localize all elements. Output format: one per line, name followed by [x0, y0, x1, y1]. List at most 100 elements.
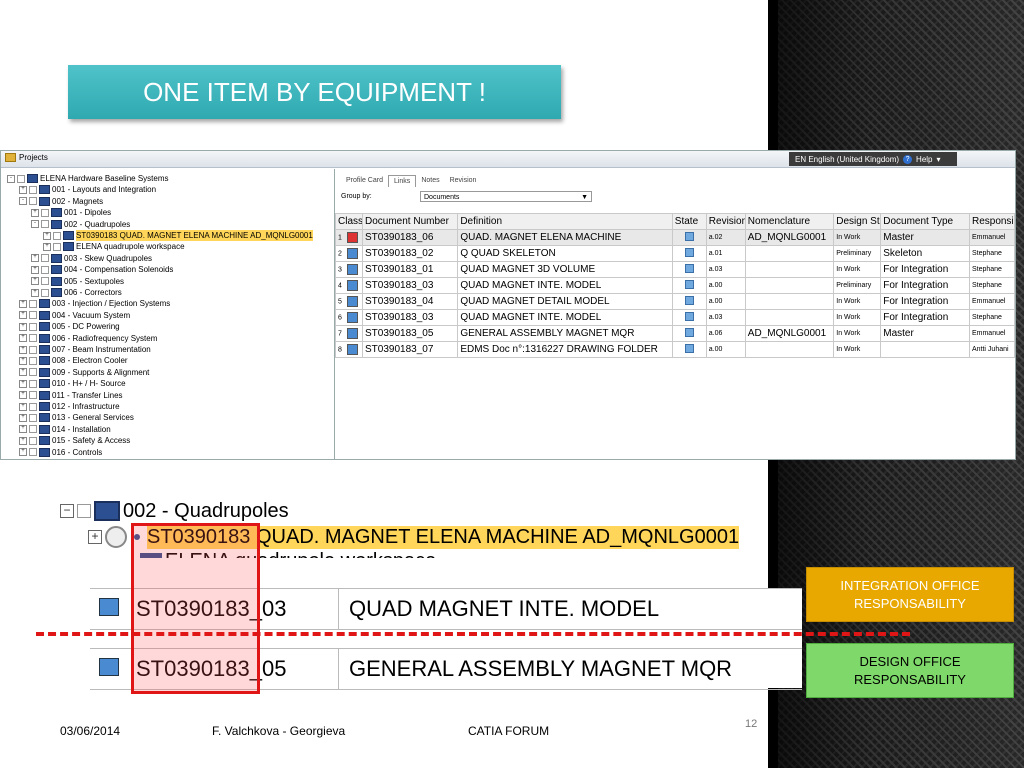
tree-item[interactable]: +006 - Correctors	[31, 287, 122, 298]
zoom-tree-parent[interactable]: − 002 - Quadrupoles	[60, 498, 289, 524]
column-header[interactable]: Revision	[705, 213, 746, 230]
tree-item[interactable]: +004 - Compensation Solenoids	[31, 264, 173, 275]
tab-notes[interactable]: Notes	[416, 175, 444, 187]
table-row[interactable]: 5 ST0390183_04 QUAD MAGNET DETAIL MODEL a.…	[335, 293, 1015, 310]
table-row[interactable]: 1 ST0390183_06 QUAD. MAGNET ELENA MACHINE…	[335, 229, 1015, 246]
tree-item[interactable]: +001 - Dipoles	[31, 207, 111, 218]
tree-item[interactable]: +015 - Safety & Access	[19, 435, 130, 446]
tree-item[interactable]: +004 - Vacuum System	[19, 310, 130, 321]
column-header[interactable]: Class	[335, 213, 363, 230]
group-by-select[interactable]: Documents ▼	[420, 191, 592, 202]
checkbox-icon[interactable]	[29, 197, 37, 206]
expand-icon[interactable]: +	[19, 436, 27, 445]
tree-item[interactable]: +007 - Beam Instrumentation	[19, 344, 151, 355]
table-row[interactable]: 4 ST0390183_03 QUAD MAGNET INTE. MODEL a.0…	[335, 277, 1015, 294]
checkbox-icon[interactable]	[29, 356, 37, 365]
expand-icon[interactable]: +	[19, 356, 27, 365]
tree-item[interactable]: +014 - Installation	[19, 424, 111, 435]
checkbox-icon[interactable]	[53, 242, 61, 251]
expand-icon[interactable]: +	[19, 379, 27, 388]
checkbox-icon[interactable]	[41, 208, 49, 217]
checkbox-icon[interactable]	[29, 185, 37, 194]
collapse-icon[interactable]: -	[19, 197, 27, 206]
tree-item[interactable]: +016 - Controls	[19, 447, 102, 458]
tree-item[interactable]: +003 - Skew Quadrupoles	[31, 253, 152, 264]
expand-icon[interactable]: +	[31, 265, 39, 274]
checkbox-icon[interactable]	[41, 288, 49, 297]
column-header[interactable]: Design State	[833, 213, 882, 230]
expand-icon[interactable]: +	[31, 254, 39, 263]
checkbox-icon[interactable]	[29, 436, 37, 445]
tree-item[interactable]: +012 - Infrastructure	[19, 401, 120, 412]
tab-profile-card[interactable]: Profile Card	[341, 175, 388, 187]
tree-item[interactable]: + ST0390183 QUAD. MAGNET ELENA MACHINE AD…	[43, 230, 313, 241]
expand-icon[interactable]: +	[19, 345, 27, 354]
tree-item[interactable]: + ELENA quadrupole workspace	[43, 241, 185, 252]
expand-icon[interactable]: +	[19, 448, 27, 457]
tree-item[interactable]: +010 - H+ / H- Source	[19, 378, 126, 389]
table-row[interactable]: 6 ST0390183_03 QUAD MAGNET INTE. MODEL a.0…	[335, 309, 1015, 326]
column-header[interactable]: Definition	[457, 213, 673, 230]
checkbox-icon[interactable]	[29, 425, 37, 434]
checkbox-icon[interactable]	[41, 265, 49, 274]
expand-icon[interactable]: +	[19, 299, 27, 308]
expand-icon[interactable]: +	[31, 208, 39, 217]
checkbox-icon[interactable]	[41, 220, 49, 229]
expand-icon[interactable]: +	[19, 334, 27, 343]
collapse-icon[interactable]: -	[7, 174, 15, 183]
table-row[interactable]: 7 ST0390183_05 GENERAL ASSEMBLY MAGNET MQ…	[335, 325, 1015, 342]
expand-icon[interactable]: +	[19, 368, 27, 377]
expand-icon[interactable]: +	[19, 322, 27, 331]
project-tree[interactable]: - ELENA Hardware Baseline Systems +001 - L…	[1, 169, 335, 459]
expand-icon[interactable]: +	[19, 402, 27, 411]
expand-icon[interactable]: +	[88, 530, 102, 544]
column-header[interactable]: State	[671, 213, 707, 230]
checkbox-icon[interactable]	[29, 322, 37, 331]
checkbox-icon[interactable]	[29, 299, 37, 308]
checkbox-icon[interactable]	[29, 334, 37, 343]
tree-item[interactable]: +005 - DC Powering	[19, 321, 120, 332]
chevron-down-icon[interactable]: ▾	[937, 155, 941, 164]
tree-item[interactable]: +009 - Supports & Alignment	[19, 367, 149, 378]
checkbox-icon[interactable]	[29, 379, 37, 388]
checkbox-icon[interactable]	[77, 504, 91, 518]
tree-item[interactable]: +001 - Layouts and Integration	[19, 184, 156, 195]
tree-item[interactable]: +008 - Electron Cooler	[19, 355, 128, 366]
chevron-down-icon[interactable]: ▼	[581, 192, 588, 203]
tree-item[interactable]: +006 - Radiofrequency System	[19, 333, 157, 344]
column-header[interactable]: Responsible	[968, 213, 1015, 230]
checkbox-icon[interactable]	[29, 391, 37, 400]
checkbox-icon[interactable]	[29, 402, 37, 411]
checkbox-icon[interactable]	[53, 231, 61, 240]
tree-item[interactable]: - ELENA Hardware Baseline Systems	[7, 173, 169, 184]
column-header[interactable]: Document Number	[361, 213, 459, 230]
checkbox-icon[interactable]	[29, 311, 37, 320]
expand-icon[interactable]: +	[19, 413, 27, 422]
checkbox-icon[interactable]	[29, 413, 37, 422]
expand-icon[interactable]: +	[31, 277, 39, 286]
expand-icon[interactable]: +	[19, 425, 27, 434]
expand-icon[interactable]: +	[43, 242, 51, 251]
checkbox-icon[interactable]	[41, 254, 49, 263]
checkbox-icon[interactable]	[29, 448, 37, 457]
help-icon[interactable]: ?	[903, 154, 913, 164]
expand-icon[interactable]: +	[43, 231, 51, 240]
collapse-icon[interactable]: −	[60, 504, 74, 518]
projects-header[interactable]: Projects	[5, 153, 48, 162]
table-row[interactable]: 2 ST0390183_02 Q QUAD SKELETON a.01 Prelimi…	[335, 245, 1015, 262]
table-row[interactable]: 8 ST0390183_07 EDMS Doc n°:1316227 DRAWIN…	[335, 341, 1015, 358]
tree-item[interactable]: +003 - Injection / Ejection Systems	[19, 298, 170, 309]
tab-links[interactable]: Links	[387, 175, 417, 187]
tree-item[interactable]: +011 - Transfer Lines	[19, 390, 123, 401]
checkbox-icon[interactable]	[41, 277, 49, 286]
tree-item[interactable]: +013 - General Services	[19, 412, 134, 423]
checkbox-icon[interactable]	[17, 174, 25, 183]
language-bar[interactable]: EN English (United Kingdom) ? Help ▾	[789, 152, 957, 166]
collapse-icon[interactable]: -	[31, 220, 39, 229]
tab-revision[interactable]: Revision	[445, 175, 482, 187]
help-label[interactable]: Help	[916, 155, 932, 164]
column-header[interactable]: Document Type	[880, 213, 970, 230]
expand-icon[interactable]: +	[19, 391, 27, 400]
checkbox-icon[interactable]	[29, 368, 37, 377]
tree-item[interactable]: - 002 - Magnets	[19, 196, 103, 207]
